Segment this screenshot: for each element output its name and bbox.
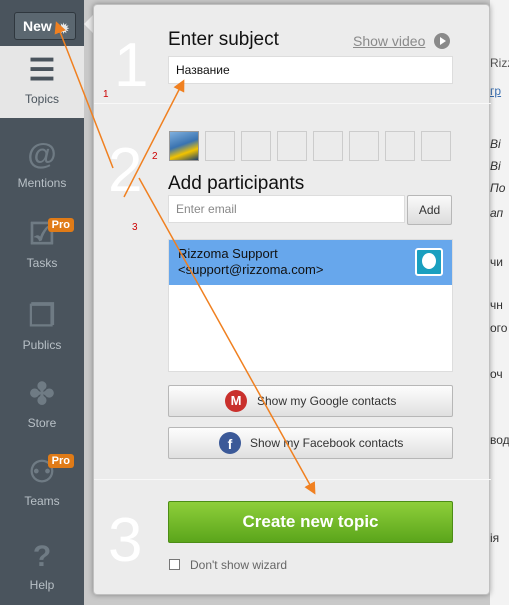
sidebar-item-label: Tasks	[26, 256, 58, 270]
sidebar-item-help[interactable]: ? Help	[0, 536, 84, 602]
bg-fragment: ого	[490, 321, 508, 335]
facebook-contacts-label: Show my Facebook contacts	[250, 436, 404, 450]
bg-fragment: гр	[490, 84, 502, 98]
google-contacts-label: Show my Google contacts	[257, 394, 397, 408]
show-video-link[interactable]: Show video	[353, 33, 425, 49]
participant-list: Rizzoma Support <support@rizzoma.com>	[168, 239, 453, 372]
sidebar-item-label: Mentions	[17, 176, 67, 190]
google-contacts-button[interactable]: M Show my Google contacts	[168, 385, 453, 417]
step2-heading: Add participants	[168, 173, 305, 194]
support-avatar-icon	[415, 248, 443, 276]
step-number-2: 2	[108, 136, 143, 205]
pro-badge: Pro	[47, 454, 74, 468]
pro-badge: Pro	[47, 218, 74, 232]
bg-fragment: Rizz	[490, 56, 509, 70]
annotation-number: 3	[132, 222, 138, 233]
sparkle-icon: ✹	[58, 21, 69, 36]
bg-fragment: ія	[490, 531, 500, 545]
bg-fragment: Ві	[490, 159, 501, 173]
avatar-slot	[421, 131, 451, 161]
help-icon: ?	[32, 540, 52, 573]
sidebar-item-mentions[interactable]: @ Mentions	[0, 130, 84, 200]
sidebar-item-publics[interactable]: ❐ Publics	[0, 292, 84, 362]
sidebar-item-topics[interactable]: ☰ Topics	[0, 46, 84, 118]
new-button[interactable]: New ✹	[14, 12, 76, 40]
create-topic-button[interactable]: Create new topic	[168, 501, 453, 543]
mentions-icon: @	[27, 138, 57, 171]
dont-show-label: Don't show wizard	[190, 558, 287, 572]
sidebar-item-label: Help	[29, 578, 55, 592]
step-divider	[94, 103, 491, 104]
bg-fragment: оч	[490, 367, 503, 381]
publics-icon: ❐	[28, 300, 56, 333]
bg-fragment: По	[490, 181, 506, 195]
sidebar-item-label: Publics	[22, 338, 62, 352]
bg-fragment: Ві	[490, 137, 501, 151]
dont-show-checkbox[interactable]	[169, 559, 180, 570]
participant-name: Rizzoma Support	[178, 246, 278, 261]
email-input[interactable]: Enter email	[168, 195, 405, 223]
play-icon[interactable]	[434, 33, 450, 49]
sidebar-item-label: Topics	[24, 92, 59, 106]
bg-fragment: чн	[490, 298, 503, 312]
avatar-slot	[277, 131, 307, 161]
avatar-slot	[385, 131, 415, 161]
sidebar-item-label: Teams	[24, 494, 60, 508]
participant-avatar	[169, 131, 199, 161]
sidebar-item-label: Store	[27, 416, 57, 430]
step1-heading: Enter subject	[168, 29, 279, 50]
facebook-icon: f	[219, 432, 241, 454]
new-button-label: New	[23, 18, 52, 34]
step-number-1: 1	[114, 31, 149, 100]
facebook-contacts-button[interactable]: f Show my Facebook contacts	[168, 427, 453, 459]
annotation-number: 2	[152, 151, 158, 162]
annotation-number: 1	[103, 89, 109, 100]
step-divider	[94, 479, 491, 480]
add-participant-button[interactable]: Add	[407, 195, 452, 225]
avatar-slot	[313, 131, 343, 161]
sidebar-item-store[interactable]: ✤ Store	[0, 372, 84, 442]
bg-fragment: ап	[490, 206, 504, 220]
avatar-slot	[241, 131, 271, 161]
participant-item[interactable]: Rizzoma Support <support@rizzoma.com>	[169, 240, 452, 285]
bg-fragment: вод	[490, 433, 509, 447]
background-content: Rizz гр Ві Ві По ап чи чн ого оч вод ія	[490, 0, 509, 605]
bg-fragment: чи	[490, 255, 503, 269]
sidebar-item-teams[interactable]: ⚇ Pro Teams	[0, 448, 84, 518]
sidebar-item-tasks[interactable]: ☑ Pro Tasks	[0, 210, 84, 280]
topics-icon: ☰	[28, 54, 56, 87]
gmail-icon: M	[225, 390, 247, 412]
subject-input[interactable]: Название	[168, 56, 453, 84]
new-topic-wizard: 1 Enter subject Show video Название 2 Ad…	[93, 4, 491, 595]
step-number-3: 3	[108, 506, 143, 575]
participant-email: <support@rizzoma.com>	[178, 262, 324, 277]
avatar-slot	[349, 131, 379, 161]
sidebar: New ✹ ☰ Topics @ Mentions ☑ Pro Tasks ❐ …	[0, 0, 84, 605]
avatar-slot	[205, 131, 235, 161]
store-icon: ✤	[29, 378, 55, 411]
